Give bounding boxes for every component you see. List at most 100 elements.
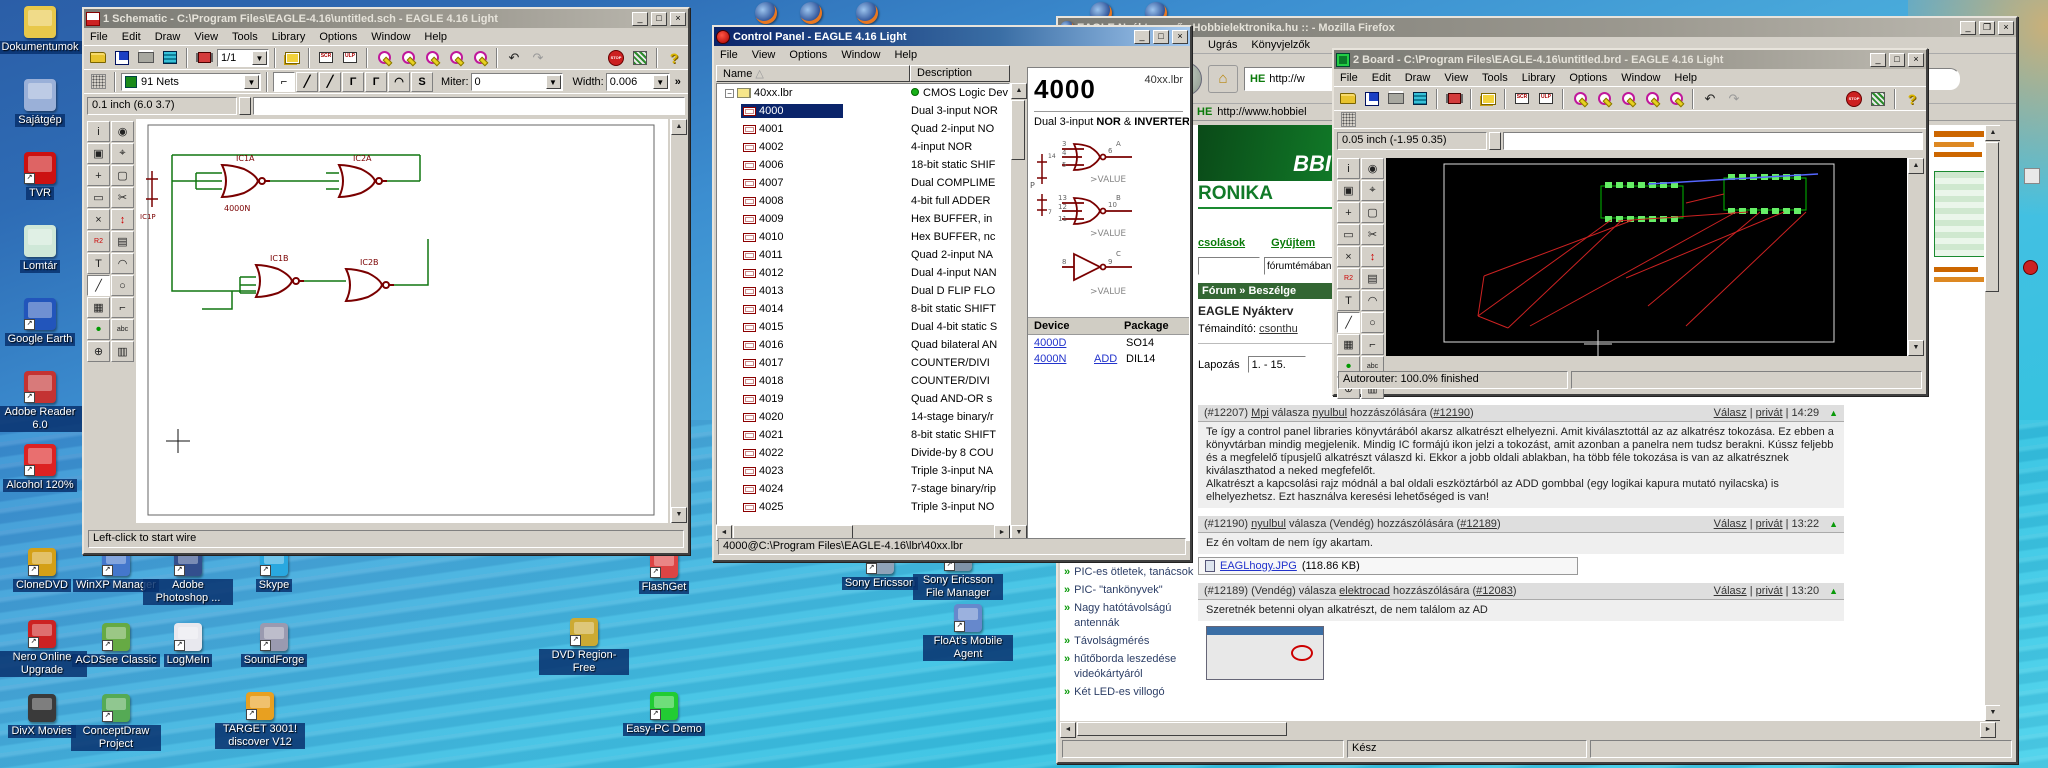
text-icon[interactable]: T (87, 253, 110, 274)
control-panel-titlebar[interactable]: Control Panel - EAGLE 4.16 Light _ □ × (714, 27, 1190, 46)
menu-draw[interactable]: Draw (155, 31, 181, 43)
nav-link-kapcsolasok[interactable]: csolások (1198, 237, 1245, 249)
label-icon[interactable]: abc (111, 319, 134, 340)
menu-help[interactable]: Help (894, 49, 917, 61)
desktop-icon[interactable]: FloAt's Mobile Agent (922, 604, 1014, 661)
text-icon[interactable]: T (1337, 290, 1360, 311)
menu-options[interactable]: Options (1569, 72, 1607, 84)
wire-bend-button[interactable]: ⌐ (273, 71, 295, 92)
desktop-icon-alcohol[interactable]: Alcohol 120% (0, 444, 86, 492)
topic-link[interactable]: Nagy hatótávolságú antennák (1074, 601, 1196, 631)
tree-row-device[interactable]: 4015 Dual 4-bit static S (717, 318, 1009, 336)
topic-link[interactable]: PIC-es ötletek, tanácsok (1074, 565, 1193, 580)
ulp-button[interactable] (1535, 89, 1557, 109)
desktop-icon-recycle[interactable]: Lomtár (0, 225, 86, 273)
menu-file[interactable]: File (90, 31, 108, 43)
zoomout-button[interactable] (1617, 89, 1639, 109)
topic-link[interactable]: Két LED-es villogó (1074, 685, 1165, 700)
eye-icon[interactable]: ◉ (1361, 158, 1384, 179)
post-link[interactable]: #12190 (1433, 407, 1470, 419)
copy-icon[interactable]: ▢ (111, 165, 134, 186)
circle-icon[interactable]: ○ (111, 275, 134, 296)
eye-icon[interactable]: ◉ (111, 121, 134, 142)
menu-window[interactable]: Window (371, 31, 410, 43)
sheet-button[interactable] (1409, 89, 1431, 109)
smash-icon[interactable]: ▤ (1361, 268, 1384, 289)
combo-arrow-icon[interactable]: ▼ (252, 50, 267, 65)
print-button[interactable] (1385, 89, 1407, 109)
tree-row-device[interactable]: 4011 Quad 2-input NA (717, 246, 1009, 264)
redo-button[interactable] (527, 48, 549, 68)
post-link[interactable]: privát (1756, 518, 1783, 530)
zoomfit-button[interactable] (1569, 89, 1591, 109)
minimize-button[interactable]: _ (1134, 29, 1150, 44)
polygon-icon[interactable]: ⌐ (1361, 334, 1384, 355)
close-button[interactable]: × (1908, 52, 1924, 67)
restore-button[interactable]: ❐ (1979, 20, 1995, 35)
lib-button[interactable] (281, 48, 303, 68)
desktop-icon[interactable]: TARGET 3001! discover V12 (214, 692, 306, 749)
scroll-up-arrow[interactable]: ▲ (1985, 125, 2000, 141)
command-input[interactable] (253, 96, 685, 115)
vote-up-icon[interactable]: ▲ (1829, 586, 1838, 596)
rect-icon[interactable]: ▦ (1337, 334, 1360, 355)
desktop-icon[interactable]: DVD Region-Free (538, 618, 630, 675)
layer-combo[interactable]: 91 Nets ▼ (121, 72, 261, 91)
print-button[interactable] (135, 48, 157, 68)
sidebar-topic-item[interactable]: » Nagy hatótávolságú antennák (1064, 601, 1196, 631)
smash-icon[interactable]: ▤ (111, 231, 134, 252)
menu-edit[interactable]: Edit (1372, 72, 1391, 84)
value-icon[interactable]: R2 (87, 231, 110, 252)
post-link[interactable]: nyulbul (1251, 518, 1286, 530)
menu-tools[interactable]: Tools (1482, 72, 1508, 84)
save-button[interactable] (1361, 89, 1383, 109)
tree-row-device[interactable]: 4016 Quad bilateral AN (717, 336, 1009, 354)
stop-button[interactable] (1843, 89, 1865, 109)
ratsnest-icon[interactable]: ▥ (111, 341, 134, 362)
zoom-icon[interactable]: ⊕ (87, 341, 110, 362)
display-layers-icon[interactable]: ▣ (1337, 180, 1360, 201)
close-button[interactable]: × (670, 11, 686, 26)
desktop-icon-reader[interactable]: Adobe Reader 6.0 (0, 371, 86, 432)
cut-icon[interactable]: ✂ (111, 187, 134, 208)
group-icon[interactable]: ▭ (1337, 224, 1360, 245)
scroll-left-arrow[interactable]: ◄ (1060, 722, 1076, 738)
menu-konyvjelzok[interactable]: Könyvjelzők (1251, 39, 1310, 51)
maximize-button[interactable]: □ (1153, 29, 1169, 44)
menu-view[interactable]: View (752, 49, 776, 61)
close-button[interactable]: × (1172, 29, 1188, 44)
mark-icon[interactable]: ⌖ (1361, 180, 1384, 201)
tree-row-device[interactable]: 4007 Dual COMPLIME (717, 174, 1009, 192)
firefox-shortcut-icon[interactable] (800, 2, 822, 24)
group-icon[interactable]: ▭ (87, 187, 110, 208)
wire-bend-button[interactable]: ╱ (319, 71, 341, 92)
attachment-link[interactable]: EAGLhogy.JPG (1220, 560, 1297, 572)
tree-row-device[interactable]: 4008 4-bit full ADDER (717, 192, 1009, 210)
schematic-canvas[interactable]: IC1A IC2A IC1B IC2B 4000N IC1P (136, 119, 668, 523)
pinswap-icon[interactable]: ↕ (111, 209, 134, 230)
tree-row-library[interactable]: − 40xx.lbr CMOS Logic Dev (717, 84, 1009, 102)
paging-select[interactable]: 1. - 15. (1247, 356, 1306, 373)
schematic-vscrollbar[interactable]: ▲ ▼ (670, 119, 687, 523)
home-button[interactable]: ⌂ (1208, 64, 1238, 93)
minimize-button[interactable]: _ (632, 11, 648, 26)
tree-row-device[interactable]: 4020 14-stage binary/r (717, 408, 1009, 426)
tree-row-device[interactable]: 4014 8-bit static SHIFT (717, 300, 1009, 318)
menu-options[interactable]: Options (789, 49, 827, 61)
command-grip[interactable] (1489, 131, 1501, 150)
chip-button[interactable] (1443, 89, 1465, 109)
page-hscrollbar[interactable]: ◄ ► (1060, 722, 1996, 738)
combo-arrow-icon[interactable]: ▼ (244, 74, 259, 89)
add-link[interactable]: ADD (1094, 353, 1126, 365)
post-link[interactable]: nyulbul (1312, 407, 1347, 419)
toolbar-overflow-button[interactable]: » (675, 76, 681, 88)
tree-row-device[interactable]: 4001 Quad 2-input NO (717, 120, 1009, 138)
scr-button[interactable] (315, 48, 337, 68)
desktop-icon[interactable]: FlashGet (618, 550, 710, 594)
maximize-button[interactable]: □ (1889, 52, 1905, 67)
post-image-thumbnail[interactable] (1206, 626, 1324, 680)
tree-row-device[interactable]: 4017 COUNTER/DIVI (717, 354, 1009, 372)
tree-row-device[interactable]: 4012 Dual 4-input NAN (717, 264, 1009, 282)
menu-view[interactable]: View (1444, 72, 1468, 84)
move-icon[interactable]: + (87, 165, 110, 186)
